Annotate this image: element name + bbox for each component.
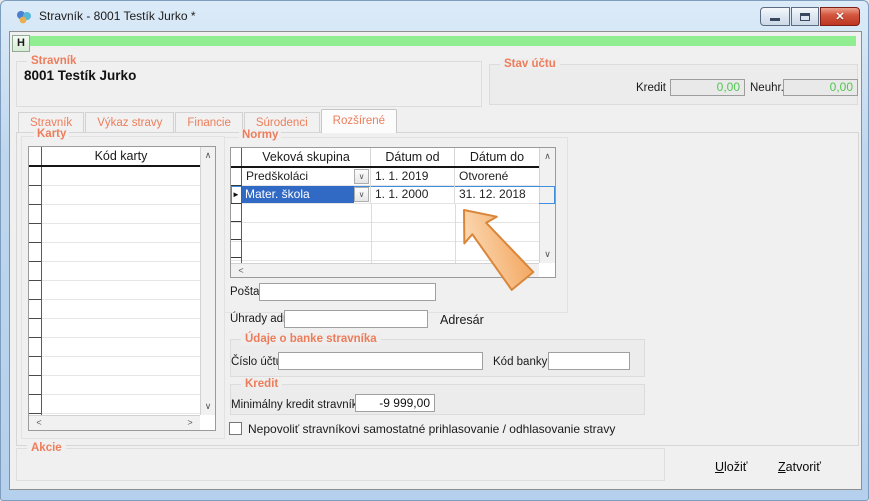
kredit-label: Kredit	[630, 82, 666, 94]
normy-group-label: Normy	[239, 129, 281, 141]
bank-group-label: Údaje o banke stravníka	[241, 333, 381, 345]
actions-group: Akcie	[16, 448, 665, 481]
kod-banky-label: Kód banky	[493, 356, 547, 368]
karty-table-header: Kód karty	[29, 147, 215, 167]
normy-col-datum-do[interactable]: Dátum do	[455, 148, 539, 166]
normy-row-1-vekova-skupina[interactable]: Predškoláci ∨	[242, 168, 371, 186]
stravnik-group-label: Stravník	[27, 55, 80, 67]
account-status-label: Stav účtu	[500, 58, 560, 70]
diner-name: 8001 Testík Jurko	[24, 68, 136, 83]
save-button[interactable]: Uložiť	[715, 460, 747, 474]
close-icon: ✕	[835, 10, 844, 23]
karty-horizontal-scrollbar[interactable]: < >	[29, 415, 200, 430]
normy-row-2-selector[interactable]: ►	[231, 186, 242, 204]
cislo-uctu-input[interactable]	[278, 352, 483, 370]
no-self-service-checkbox[interactable]	[229, 422, 242, 435]
scroll-left-icon[interactable]: <	[234, 265, 248, 275]
normy-row-2-vekova-skupina[interactable]: Mater. škola ∨	[242, 186, 371, 204]
close-window-button[interactable]: Zatvoriť	[778, 460, 821, 474]
scroll-right-icon[interactable]: >	[183, 418, 197, 428]
normy-col-vekova-skupina[interactable]: Veková skupina	[242, 148, 371, 166]
cislo-uctu-label: Číslo účtu	[231, 356, 282, 368]
karty-row-selector-column	[29, 167, 42, 415]
credit-group-label: Kredit	[241, 378, 282, 390]
kod-banky-input[interactable]	[548, 352, 630, 370]
app-window: Stravník - 8001 Testík Jurko * ✕ H Strav…	[0, 0, 869, 501]
normy-row-2-group-value[interactable]: Mater. škola	[242, 186, 354, 203]
normy-grid-line	[371, 204, 372, 263]
karty-group-label: Karty	[34, 128, 69, 140]
karty-table[interactable]: Kód karty ∧ ∨ < >	[28, 146, 216, 431]
scroll-up-icon[interactable]: ∧	[201, 150, 215, 161]
normy-col-datum-od[interactable]: Dátum od	[371, 148, 455, 166]
actions-group-label: Akcie	[27, 442, 66, 454]
annotation-arrow	[437, 200, 547, 305]
no-self-service-label: Nepovoliť stravníkovi samostatné prihlas…	[248, 422, 615, 436]
normy-row-1[interactable]: Predškoláci ∨ 1. 1. 2019 Otvorené	[231, 168, 555, 186]
maximize-button[interactable]	[791, 7, 819, 26]
karty-vertical-scrollbar[interactable]: ∧ ∨	[200, 147, 215, 415]
screenshot-stage: Stravník - 8001 Testík Jurko * ✕ H Strav…	[0, 0, 869, 501]
minimize-button[interactable]	[760, 7, 790, 26]
neuhr-label: Neuhr.	[750, 82, 784, 94]
adresar-link[interactable]: Adresár	[440, 313, 484, 327]
normy-table-header: Veková skupina Dátum od Dátum do	[231, 148, 555, 168]
tab-bar: Stravník Výkaz stravy Financie Súrodenci…	[18, 109, 398, 133]
normy-row-1-group-value: Predškoláci	[246, 169, 308, 183]
tab-vykaz-stravy[interactable]: Výkaz stravy	[85, 112, 174, 133]
window-title: Stravník - 8001 Testík Jurko *	[39, 9, 196, 23]
dropdown-button[interactable]: ∨	[354, 187, 369, 202]
titlebar[interactable]: Stravník - 8001 Testík Jurko * ✕	[1, 1, 868, 31]
uhrady-adr-input[interactable]	[284, 310, 428, 328]
toolbar-green-strip	[30, 36, 856, 46]
normy-row-1-datum-od[interactable]: 1. 1. 2019	[371, 168, 455, 186]
tab-rozsirene[interactable]: Rozšírené	[321, 109, 397, 133]
minimize-icon	[770, 18, 780, 21]
uhrady-adr-label: Úhrady adr.	[230, 313, 289, 325]
h-button[interactable]: H	[12, 35, 30, 52]
dropdown-button[interactable]: ∨	[354, 169, 369, 184]
scroll-left-icon[interactable]: <	[32, 418, 46, 428]
scroll-down-icon[interactable]: ∨	[201, 401, 215, 412]
neuhr-value-field: 0,00	[783, 79, 858, 96]
close-button[interactable]: ✕	[820, 7, 860, 26]
posta-input[interactable]	[259, 283, 436, 301]
current-row-marker-icon: ►	[232, 190, 240, 199]
chevron-down-icon: ∨	[359, 190, 365, 199]
karty-column-header[interactable]: Kód karty	[42, 147, 200, 165]
karty-empty-rows[interactable]	[29, 167, 200, 415]
normy-row-selector-column	[231, 204, 242, 263]
normy-row-1-selector[interactable]	[231, 168, 242, 186]
app-icon	[16, 9, 32, 25]
min-kredit-label: Minimálny kredit stravníka	[231, 399, 364, 411]
maximize-icon	[800, 13, 810, 21]
client-area: H Stravník 8001 Testík Jurko Stav účtu K…	[9, 31, 862, 490]
karty-row-selector-header	[29, 147, 42, 165]
min-kredit-input[interactable]	[355, 394, 435, 412]
kredit-value-field: 0,00	[670, 79, 745, 96]
normy-row-1-datum-do[interactable]: Otvorené	[455, 168, 539, 186]
posta-label: Pošta	[230, 286, 259, 298]
window-controls: ✕	[760, 7, 860, 26]
tab-financie[interactable]: Financie	[175, 112, 242, 133]
scroll-up-icon[interactable]: ∧	[540, 151, 555, 162]
normy-row-selector-header	[231, 148, 242, 166]
chevron-down-icon: ∨	[359, 172, 365, 181]
